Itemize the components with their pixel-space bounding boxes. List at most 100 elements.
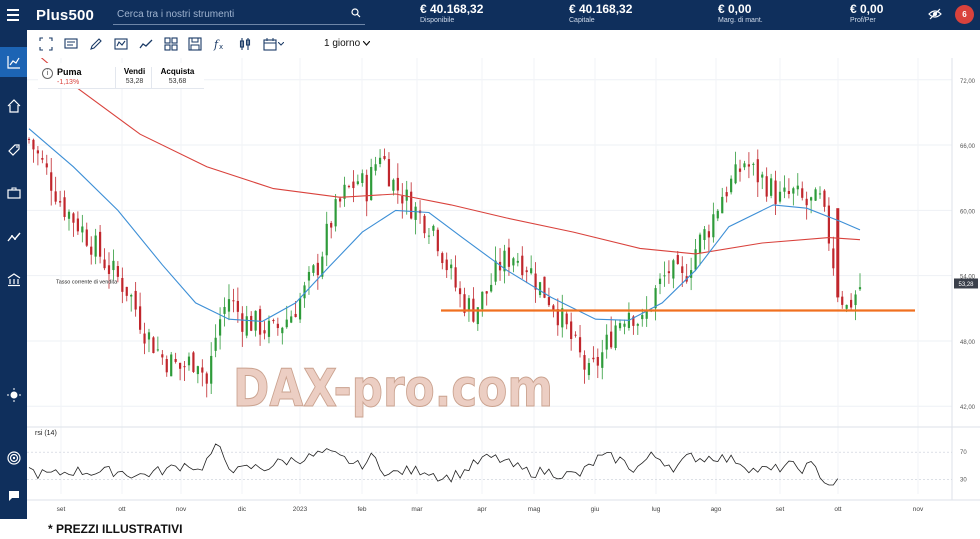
candle-body [121,277,124,292]
candle-body [707,231,711,238]
candle-body [232,300,235,302]
indicator-icon[interactable] [114,37,128,51]
candle-body [147,332,151,340]
fullscreen-icon[interactable] [39,37,53,51]
candle-body [45,163,48,168]
candle-body [294,313,297,318]
sell-price: 53,28 [125,78,144,85]
comment-icon[interactable] [64,37,78,51]
rsi-tick-label: 30 [960,478,967,484]
rsi-label: rsi (14) [35,430,57,437]
candle-body [272,319,275,322]
candle-body [721,196,724,214]
candle-body [614,325,617,348]
price-tick-label: 42,00 [960,405,976,411]
candle-body [201,367,204,373]
hamburger-menu-icon[interactable] [0,0,26,30]
sidebar-item-theme[interactable] [0,380,27,410]
candle-body [436,229,439,252]
candle-body [592,357,595,360]
buy-price-block[interactable]: Acquista 53,68 [151,67,201,88]
candle-body [263,330,266,334]
candle-body [134,290,137,310]
save-icon[interactable] [188,37,202,51]
fx-icon[interactable]: f x [213,37,227,51]
candle-body [125,286,128,296]
target-icon [6,451,21,465]
time-tick-label: nov [176,506,187,513]
candle-body [703,229,706,241]
svg-text:x: x [219,43,223,51]
search-input[interactable] [113,8,343,20]
chat-icon [8,491,19,501]
sidebar-item-target[interactable] [0,443,27,473]
sell-price-block[interactable]: Vendi 53,28 [115,67,151,88]
candle-body [59,201,62,203]
candle-body [725,192,728,197]
search-bar[interactable] [113,4,365,25]
candle-body [241,313,244,332]
candle-body [530,268,533,274]
instrument-panel: i Puma -1,13% Vendi 53,28 Acquista 53,68 [38,63,204,89]
candle-body [610,331,613,348]
current-price-label: 53,28 [958,282,974,288]
stat-value: € 40.168,32 [569,2,633,16]
disclaimer: * PREZZI ILLUSTRATIVI [48,522,183,536]
instrument-name-block: Puma -1,13% [57,67,115,88]
candle-body [605,334,608,350]
candle-body [778,191,782,202]
calendar-icon[interactable] [263,37,277,51]
candles-icon[interactable] [238,37,252,51]
candle-body [832,248,835,269]
candle-body [858,287,862,290]
candle-body [27,138,31,140]
pencil-icon[interactable] [89,37,103,51]
candle-body [174,358,177,362]
candle-body [485,291,488,294]
candle-body [756,159,759,183]
stat-maintenance-margin: € 0,00 Marg. di mant. [718,3,763,25]
candle-body [445,259,448,271]
price-chart[interactable]: 72,0066,0060,0054,0048,0042,00set ott nov d… [27,46,980,519]
info-icon[interactable]: i [42,68,53,79]
candle-body [152,337,155,354]
candle-body [458,288,462,295]
chevron-down-icon[interactable] [278,42,284,46]
house-chart-icon [7,99,20,113]
chart-toolbar: f x 1 giorno [27,30,980,58]
stat-label: Marg. di mant. [718,17,763,24]
sidebar-item-tags[interactable] [0,135,27,165]
briefcase-icon [6,187,21,199]
sidebar-item-trends[interactable] [0,222,27,252]
timeframe-select[interactable]: 1 giorno [324,38,371,49]
sidebar-item-bank[interactable] [0,265,27,295]
candle-body [676,255,679,264]
candle-body [761,174,764,178]
sidebar-item-chat[interactable] [0,481,27,511]
sidebar-item-home[interactable] [0,91,27,121]
sidebar-item-chart[interactable] [0,47,27,77]
sidebar-item-portfolio[interactable] [0,178,27,208]
candle-body [583,355,586,370]
layout-grid-icon[interactable] [164,37,178,51]
candle-body [378,157,382,165]
candle-body [178,362,182,369]
line-chart-icon[interactable] [139,37,153,51]
candle-body [374,164,377,171]
timeframe-value: 1 giorno [324,38,361,49]
candle-body [54,191,57,202]
candle-body [801,188,804,198]
candle-body [383,156,386,159]
price-tick-label: 66,00 [960,144,976,150]
candle-body [543,276,546,298]
candle-body [454,267,457,288]
search-icon[interactable] [351,8,361,18]
candle-body [99,231,102,257]
sell-label: Vendi [123,67,146,76]
notification-badge[interactable]: 6 [955,5,974,24]
chart-area[interactable]: 72,00 66,00 60,00 54,00 48,00 42,00 set ott nov d… [27,46,980,519]
stat-profit-loss: € 0,00 Prof/Per [850,3,883,25]
candle-body [578,337,582,353]
hide-eye-icon[interactable] [928,7,942,21]
buy-label: Acquista [160,67,195,76]
